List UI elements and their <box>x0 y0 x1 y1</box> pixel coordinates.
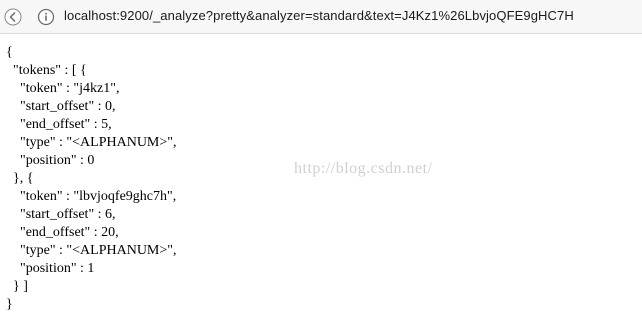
json-line: } <box>6 297 13 312</box>
watermark: http://blog.csdn.net/ <box>294 160 433 177</box>
back-arrow-icon[interactable] <box>4 8 22 26</box>
json-line: "type" : "<ALPHANUM>", <box>6 243 177 258</box>
json-line: "end_offset" : 20, <box>6 225 119 240</box>
json-line: "token" : "j4kz1", <box>6 81 120 96</box>
json-line: { <box>6 45 13 60</box>
json-line: "token" : "lbvjoqfe9ghc7h", <box>6 189 177 204</box>
page-content: { "tokens" : [ { "token" : "j4kz1", "sta… <box>0 35 642 326</box>
browser-window: localhost:9200/_analyze?pretty&analyzer=… <box>0 0 642 326</box>
json-line: "type" : "<ALPHANUM>", <box>6 135 177 150</box>
json-line: "start_offset" : 6, <box>6 207 116 222</box>
json-line: "start_offset" : 0, <box>6 99 116 114</box>
json-line: "tokens" : [ { <box>6 63 87 78</box>
info-circle-icon[interactable] <box>37 8 55 26</box>
json-line: "position" : 1 <box>6 261 95 276</box>
json-line: "position" : 0 <box>6 153 95 168</box>
json-line: "end_offset" : 5, <box>6 117 112 132</box>
json-line: } ] <box>6 279 28 294</box>
url-text[interactable]: localhost:9200/_analyze?pretty&analyzer=… <box>64 8 574 23</box>
address-bar[interactable]: localhost:9200/_analyze?pretty&analyzer=… <box>0 0 642 34</box>
json-line: }, { <box>6 171 34 186</box>
